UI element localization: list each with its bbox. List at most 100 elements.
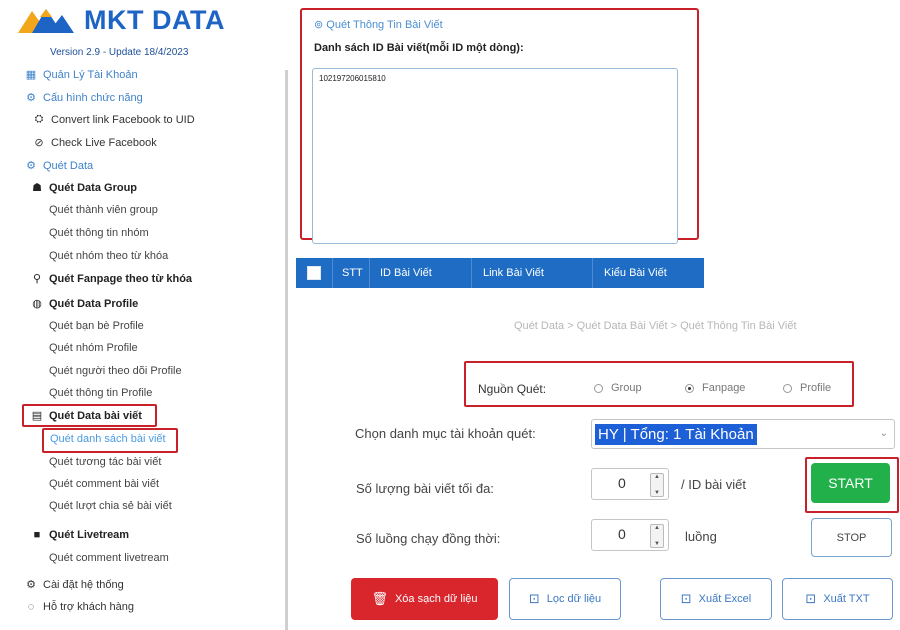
sidebar-item-label: Hỗ trợ khách hàng [43,601,134,613]
sidebar-item-label: Quét Data Profile [49,297,139,310]
threads-label: Số luồng chạy đồng thời: [356,531,501,546]
source-label: Nguồn Quét: [478,382,547,396]
sidebar-item-convert-link[interactable]: ⛭ Convert link Facebook to UID [32,113,195,126]
filter-icon: ⊡ [528,591,540,606]
sidebar-item-label: Check Live Facebook [51,136,157,149]
export-excel-button[interactable]: ⊡ Xuất Excel [660,578,772,620]
gear-icon: ⚙ [26,160,36,172]
settings-icon: ⚙ [26,579,36,591]
sidebar-item-profile-friends[interactable]: Quét bạn bè Profile [49,320,144,332]
sidebar-item-config[interactable]: ⚙ Cấu hình chức năng [24,91,143,105]
sidebar-item-data-profile[interactable]: ◍ Quét Data Profile [30,297,139,311]
breadcrumb: Quét Data > Quét Data Bài Viết > Quét Th… [514,320,797,332]
account-category-select[interactable]: HY | Tổng: 1 Tài Khoản ⌄ [591,419,895,449]
sidebar-item-label: Quét bạn bè Profile [49,320,144,332]
sidebar-item-label: Quét Livetream [49,529,130,541]
chevron-down-icon: ⌄ [879,428,888,439]
sidebar-item-post-shares[interactable]: Quét lượt chia sẻ bài viết [49,500,172,512]
sidebar-item-profile-info[interactable]: Quét thông tin Profile [49,387,152,399]
document-icon: ▤ [31,410,43,422]
max-posts-value: 0 [618,475,626,491]
video-icon: ■ [33,529,41,541]
export-icon: ⊡ [680,591,692,606]
column-header-post-type[interactable]: Kiểu Bài Viết [593,258,704,288]
sidebar-item-group-keyword[interactable]: Quét nhóm theo từ khóa [49,250,168,262]
sidebar-item-fanpage-keyword[interactable]: ⚲ Quét Fanpage theo từ khóa [30,272,192,286]
max-posts-stepper[interactable]: 0 ▲ ▼ [591,468,669,500]
sidebar-item-label: Quét nhóm theo từ khóa [49,250,169,262]
sidebar-item-data-group[interactable]: ☗ Quét Data Group [30,181,138,195]
button-label: Lọc dữ liệu [546,593,602,605]
select-all-cell [296,258,333,288]
sidebar-item-profile-followers[interactable]: Quét người theo dõi Profile [49,365,182,377]
start-button[interactable]: START [811,463,890,503]
column-header-stt[interactable]: STT [332,258,370,288]
source-radio-fanpage[interactable]: Fanpage [685,382,745,394]
sidebar-item-data-posts[interactable]: ▤ Quét Data bài viết [30,409,142,423]
sidebar-item-label: Quét comment livetream [49,552,169,564]
stepper-arrows-icon[interactable]: ▲ ▼ [650,473,664,497]
button-label: Xóa sạch dữ liệu [394,593,478,605]
column-header-post-link[interactable]: Link Bài Viết [472,258,593,288]
radio-dot [594,383,603,393]
panel-title-text: Quét Thông Tin Bài Viết [326,19,443,31]
stop-button[interactable]: STOP [811,518,892,557]
app-logo: MKT DATA [18,3,225,37]
sidebar-item-label: Quét comment bài viết [49,478,160,490]
radio-label: Profile [800,382,832,394]
source-radio-profile[interactable]: Profile [783,382,831,394]
sidebar-item-profile-groups[interactable]: Quét nhóm Profile [49,342,138,354]
sidebar-item-label: Quét người theo dõi Profile [49,365,182,377]
radio-label: Fanpage [702,382,746,394]
chat-icon: ◌ [27,601,35,613]
sidebar-item-label: Cài đặt hệ thống [43,578,124,591]
sidebar-item-label: Quản Lý Tài Khoản [43,68,138,81]
trash-icon: 🗑 [371,591,388,606]
sidebar-item-label: Quét thông tin nhóm [49,227,149,239]
sidebar-item-livestream[interactable]: ■ Quét Livetream [30,529,129,541]
sidebar-item-label: Quét danh sách bài viết [50,433,166,445]
sidebar-item-post-interactions[interactable]: Quét tương tác bài viết [49,456,161,468]
sidebar-item-label: Quét Data [43,159,94,172]
sidebar-item-label: Quét thành viên group [49,204,158,216]
sidebar-item-group-members[interactable]: Quét thành viên group [49,204,158,216]
sidebar-item-post-list[interactable]: Quét danh sách bài viết [50,433,166,445]
sidebar-scrollbar[interactable] [285,70,288,630]
sidebar-item-label: Quét lượt chia sẻ bài viết [49,500,172,512]
filter-data-button[interactable]: ⊡ Lọc dữ liệu [509,578,621,620]
export-txt-button[interactable]: ⊡ Xuất TXT [782,578,893,620]
clear-data-button[interactable]: 🗑 Xóa sạch dữ liệu [351,578,498,620]
sidebar-item-scan-data[interactable]: ⚙ Quét Data [24,159,94,173]
panel-title: ⊚ Quét Thông Tin Bài Viết [314,18,443,31]
post-id-textarea[interactable]: 102197206015810 [312,68,678,244]
sidebar-item-post-comments[interactable]: Quét comment bài viết [49,478,159,490]
threads-value: 0 [618,526,626,542]
link-icon: ⛭ [34,113,44,125]
sidebar-item-livestream-comments[interactable]: Quét comment livetream [49,552,169,564]
sidebar-item-label: Quét nhóm Profile [49,342,138,354]
post-info-panel: ⊚ Quét Thông Tin Bài Viết Danh sách ID B… [300,8,699,244]
search-icon: ⚲ [32,273,42,285]
threads-stepper[interactable]: 0 ▲ ▼ [591,519,669,551]
stepper-arrows-icon[interactable]: ▲ ▼ [650,524,664,548]
sidebar-item-support[interactable]: ◌ Hỗ trợ khách hàng [24,601,134,613]
threads-unit: luồng [685,529,717,544]
column-header-post-id[interactable]: ID Bài Viết [370,258,472,288]
sidebar: MKT DATA Version 2.9 - Update 18/4/2023 … [0,0,290,630]
radio-label: Group [611,382,642,394]
sidebar-item-label: Quét Data Group [49,181,138,194]
sidebar-item-check-live[interactable]: ⊘ Check Live Facebook [32,136,157,150]
account-icon: ▦ [25,69,37,81]
sidebar-item-label: Quét tương tác bài viết [49,456,162,468]
brand-name: MKT DATA [84,4,225,35]
select-all-checkbox[interactable] [307,266,321,280]
source-radio-group[interactable]: Group [594,382,642,394]
export-icon: ⊡ [805,591,817,606]
check-circle-icon: ⊘ [34,137,44,149]
gear-icon: ⚙ [26,92,36,104]
account-category-label: Chọn danh mục tài khoản quét: [355,426,536,441]
sidebar-item-group-info[interactable]: Quét thông tin nhóm [49,227,149,239]
group-icon: ☗ [32,182,42,194]
sidebar-item-settings[interactable]: ⚙ Cài đặt hệ thống [24,578,124,592]
sidebar-item-account[interactable]: ▦ Quản Lý Tài Khoản [24,68,138,82]
